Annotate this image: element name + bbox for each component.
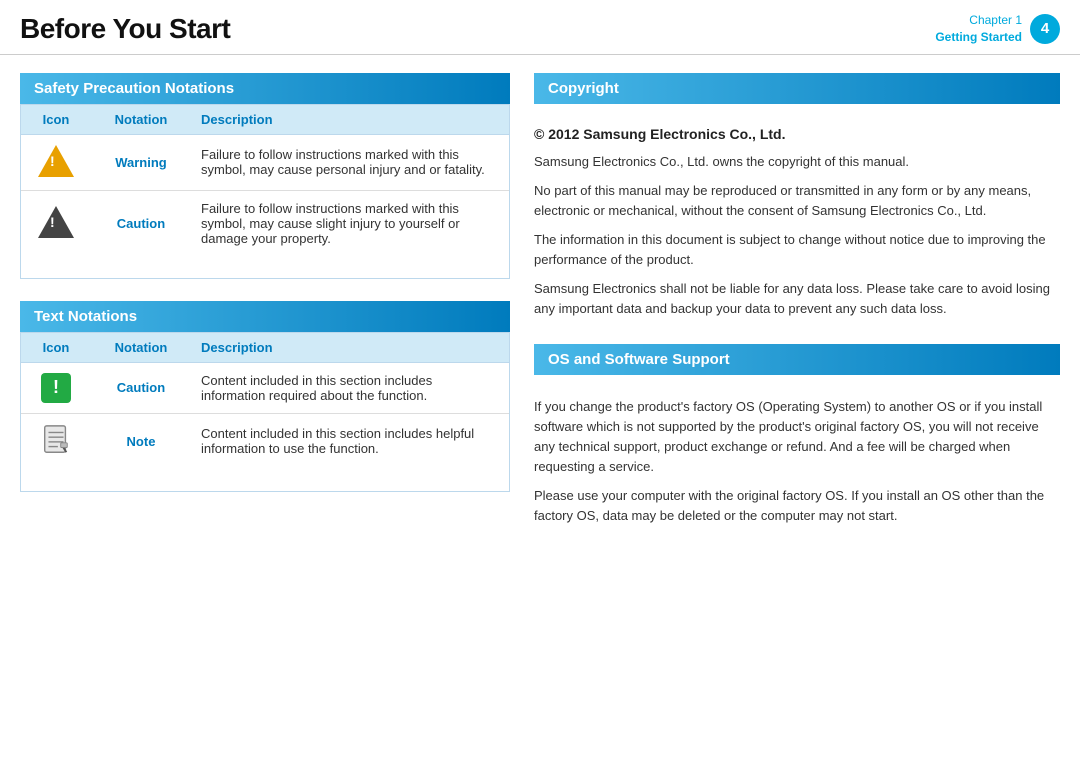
safety-col-icon: Icon xyxy=(21,105,91,135)
caution-triangle xyxy=(38,206,74,238)
caution-description: Failure to follow instructions marked wi… xyxy=(191,190,509,256)
warning-icon-cell xyxy=(21,134,91,190)
table-row: Note Content included in this section in… xyxy=(21,413,509,469)
note-notation: Note xyxy=(91,413,191,469)
main-content: Safety Precaution Notations Icon Notatio… xyxy=(0,55,1080,554)
right-column: Copyright © 2012 Samsung Electronics Co.… xyxy=(534,73,1060,536)
text-col-icon: Icon xyxy=(21,333,91,363)
text-col-description: Description xyxy=(191,333,509,363)
getting-started-label: Getting Started xyxy=(935,29,1022,46)
safety-col-notation: Notation xyxy=(91,105,191,135)
chapter-info: Chapter 1 Getting Started 4 xyxy=(935,12,1060,46)
table-row: Warning Failure to follow instructions m… xyxy=(21,134,509,190)
text-table-wrapper: Icon Notation Description ! Caution Cont… xyxy=(20,332,510,492)
copyright-para-1: Samsung Electronics Co., Ltd. owns the c… xyxy=(534,152,1060,172)
chapter-text: Chapter 1 Getting Started xyxy=(935,12,1022,46)
green-caution-notation: Caution xyxy=(91,362,191,413)
warning-icon xyxy=(38,145,74,177)
copyright-para-3: The information in this document is subj… xyxy=(534,230,1060,270)
os-para-1: If you change the product's factory OS (… xyxy=(534,397,1060,478)
note-icon xyxy=(41,424,71,456)
caution-icon xyxy=(38,206,74,238)
green-caution-icon: ! xyxy=(41,373,71,403)
page-title: Before You Start xyxy=(20,13,230,45)
text-table: Icon Notation Description ! Caution Cont… xyxy=(21,333,509,469)
safety-table: Icon Notation Description W xyxy=(21,105,509,256)
os-section-header: OS and Software Support xyxy=(534,344,1060,375)
safety-section-header: Safety Precaution Notations xyxy=(20,73,510,104)
table-row: Caution Failure to follow instructions m… xyxy=(21,190,509,256)
text-table-header-row: Icon Notation Description xyxy=(21,333,509,363)
safety-table-header-row: Icon Notation Description xyxy=(21,105,509,135)
page-header: Before You Start Chapter 1 Getting Start… xyxy=(0,0,1080,55)
warning-triangle xyxy=(38,145,74,177)
text-section-header: Text Notations xyxy=(20,301,510,332)
note-description: Content included in this section include… xyxy=(191,413,509,469)
note-icon-cell xyxy=(21,413,91,469)
os-section: OS and Software Support If you change th… xyxy=(534,344,1060,527)
caution-notation: Caution xyxy=(91,190,191,256)
warning-description: Failure to follow instructions marked wi… xyxy=(191,134,509,190)
safety-col-description: Description xyxy=(191,105,509,135)
chapter-label: Chapter 1 xyxy=(935,12,1022,29)
left-column: Safety Precaution Notations Icon Notatio… xyxy=(20,73,510,536)
copyright-bold-line: © 2012 Samsung Electronics Co., Ltd. xyxy=(534,126,1060,142)
green-caution-icon-cell: ! xyxy=(21,362,91,413)
safety-table-wrapper: Icon Notation Description W xyxy=(20,104,510,279)
caution-icon-cell xyxy=(21,190,91,256)
copyright-para-4: Samsung Electronics shall not be liable … xyxy=(534,279,1060,319)
copyright-header: Copyright xyxy=(534,73,1060,104)
os-para-2: Please use your computer with the origin… xyxy=(534,486,1060,526)
green-caution-description: Content included in this section include… xyxy=(191,362,509,413)
copyright-para-2: No part of this manual may be reproduced… xyxy=(534,181,1060,221)
warning-notation: Warning xyxy=(91,134,191,190)
safety-precaution-section: Safety Precaution Notations Icon Notatio… xyxy=(20,73,510,279)
text-col-notation: Notation xyxy=(91,333,191,363)
copyright-section: Copyright © 2012 Samsung Electronics Co.… xyxy=(534,73,1060,320)
table-row: ! Caution Content included in this secti… xyxy=(21,362,509,413)
text-notations-section: Text Notations Icon Notation Description xyxy=(20,301,510,492)
chapter-badge: 4 xyxy=(1030,14,1060,44)
